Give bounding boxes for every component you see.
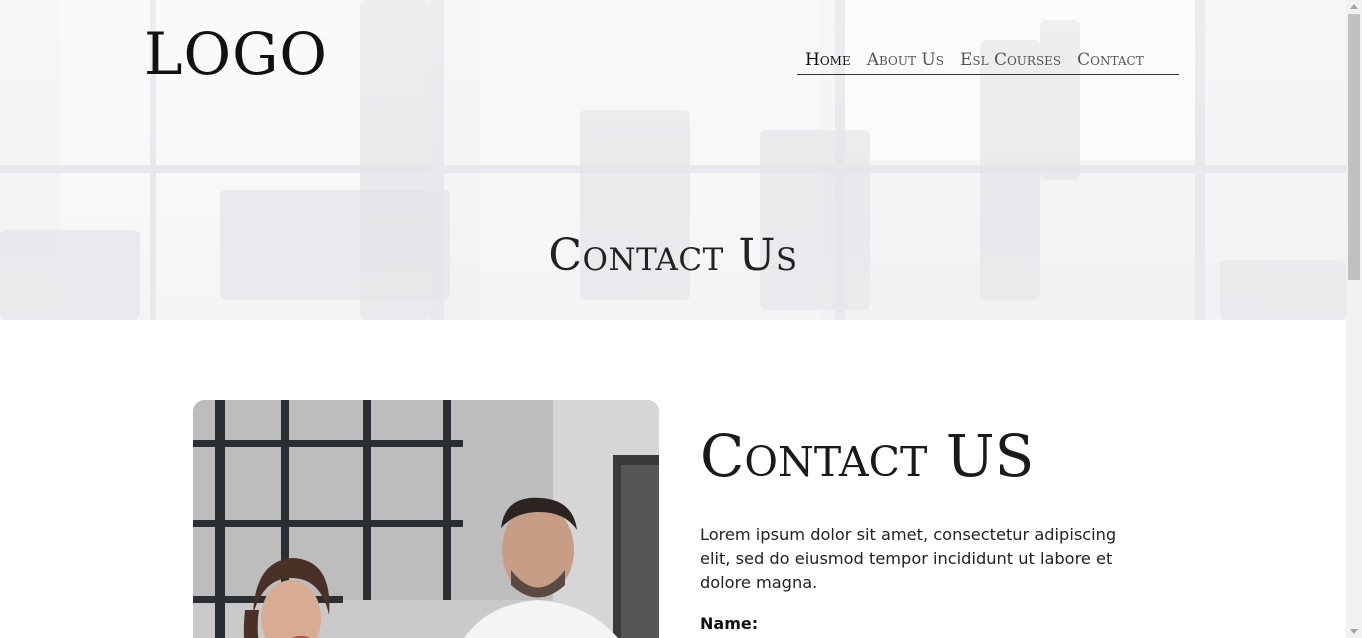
page-title: Contact Us [548,230,798,281]
contact-intro-text: Lorem ipsum dolor sit amet, consectetur … [700,525,1117,592]
contact-photo [193,400,659,638]
scrollbar-thumb[interactable] [1348,14,1360,280]
site-logo[interactable]: LOGO [144,18,328,90]
nav-item-about-us[interactable]: About Us [859,46,952,74]
scroll-down-icon[interactable] [1350,629,1358,634]
main-nav: Home About Us Esl Courses Contact [797,44,1179,75]
hero-banner: LOGO Home About Us Esl Courses Contact C… [0,0,1346,320]
page-scrollbar[interactable] [1346,0,1362,638]
nav-item-contact[interactable]: Contact [1069,46,1152,74]
page: LOGO Home About Us Esl Courses Contact C… [0,0,1362,638]
name-field-label: Name: [700,614,759,633]
scroll-up-icon[interactable] [1350,4,1358,9]
nav-item-home[interactable]: Home [797,46,859,74]
nav-item-esl-courses[interactable]: Esl Courses [952,46,1069,74]
contact-heading: Contact US [700,422,1035,490]
